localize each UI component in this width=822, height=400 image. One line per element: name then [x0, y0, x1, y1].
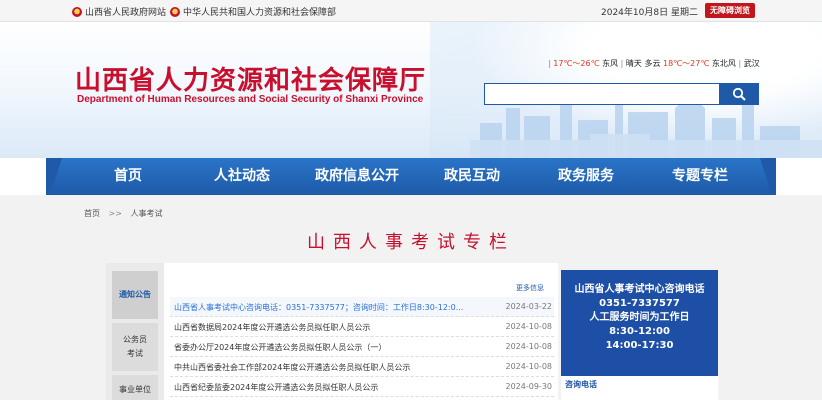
breadcrumb-home[interactable]: 首页 [84, 209, 100, 218]
wind-2: 东北风 [711, 59, 736, 68]
search-box [484, 83, 759, 105]
top-utility-bar: 山西省人民政府网站 中华人民共和国人力资源和社会保障部 2024年10月8日 星… [0, 0, 822, 22]
hotline-heading: 山西省人事考试中心咨询电话 [574, 284, 705, 295]
list-item[interactable]: 山西省数据局2024年度公开遴选公务员拟任职人员公示 2024-10-08 [170, 317, 554, 337]
news-date: 2024-10-08 [505, 322, 553, 331]
more-link[interactable]: 更多信息 [516, 283, 544, 293]
tab-civil-servant-exam-label: 公务员 考试 [123, 335, 147, 358]
news-title: 山西省数据局2024年度公开遴选公务员拟任职人员公示 [174, 323, 371, 332]
nav-home[interactable]: 首页 [114, 158, 142, 195]
list-item[interactable]: 省委办公厅2024年度公开遴选公务员拟任职人员公示（一） 2024-10-08 [170, 337, 554, 357]
search-button[interactable] [719, 84, 758, 104]
news-date: 2024-10-08 [505, 362, 553, 371]
tab-civil-servant-exam[interactable]: 公务员 考试 [112, 323, 158, 371]
gov-site-link-label: 山西省人民政府网站 [85, 8, 167, 18]
list-item[interactable]: 中共山西省委社会工作部2024年度公开遴选公务员拟任职人员公示 2024-10-… [170, 357, 554, 377]
news-title: 山西省人事考试中心咨询电话：0351-7337577；咨询时间：工作日8:30-… [174, 303, 464, 312]
tab-public-institutions-label: 事业单位 [119, 385, 151, 394]
tab-notices-label: 通知公告 [119, 290, 151, 299]
main-nav: 首页 人社动态 政府信息公开 政民互动 政务服务 专题专栏 [0, 158, 822, 195]
tab-public-institutions[interactable]: 事业单位 [112, 375, 158, 400]
news-title: 中共山西省委社会工作部2024年度公开遴选公务员拟任职人员公示 [174, 363, 411, 372]
service-hours-morning: 8:30-12:00 [609, 326, 670, 337]
list-item[interactable]: 山西省纪委监委2024年度公开遴选公务员拟任职人员公示 2024-09-30 [170, 377, 554, 397]
site-title: 山西省人力资源和社会保障厅 [75, 66, 427, 96]
weather-city-2: 武汉 [743, 59, 760, 68]
news-date: 2024-09-30 [505, 382, 553, 391]
weather-widget: | 17℃～26℃ 东风 | 晴天 多云 18℃～27℃ 东北风 | 武汉 [548, 59, 760, 68]
news-date: 2024-10-08 [505, 342, 553, 351]
nav-gov-info[interactable]: 政府信息公开 [315, 158, 399, 195]
temp-range-2: 18℃～27℃ [663, 59, 710, 68]
section-title: 山西人事考试专栏 [307, 232, 515, 253]
news-title: 省委办公厅2024年度公开遴选公务员拟任职人员公示（一） [174, 343, 387, 352]
breadcrumb-separator: >> [108, 209, 122, 218]
current-date: 2024年10月8日 星期二 [601, 8, 698, 18]
list-item[interactable]: 山西省人事考试中心咨询电话：0351-7337577；咨询时间：工作日8:30-… [170, 297, 554, 317]
national-emblem-icon [170, 6, 180, 17]
breadcrumb-current[interactable]: 人事考试 [131, 209, 163, 218]
news-title: 山西省纪委监委2024年度公开遴选公务员拟任职人员公示 [174, 383, 379, 392]
ministry-site-link-label: 中华人民共和国人力资源和社会保障部 [183, 8, 337, 18]
search-input[interactable] [485, 84, 719, 104]
search-icon [732, 87, 746, 101]
contact-phone-tab-label: 咨询电话 [565, 380, 597, 389]
gov-site-link[interactable]: 山西省人民政府网站 [72, 5, 166, 18]
service-hours-afternoon: 14:00-17:30 [605, 340, 674, 351]
nav-hr-news[interactable]: 人社动态 [214, 158, 270, 195]
contact-phone-tab[interactable]: 咨询电话 [561, 374, 718, 400]
temp-range-1: 17℃～26℃ [553, 59, 600, 68]
ministry-site-link[interactable]: 中华人民共和国人力资源和社会保障部 [170, 5, 336, 18]
city-skyline-illustration [470, 88, 822, 158]
accessibility-button[interactable]: 无障碍浏览 [705, 3, 755, 18]
category-tabs: 通知公告 公务员 考试 事业单位 [106, 263, 164, 400]
breadcrumb: 首页 >> 人事考试 [84, 208, 163, 219]
hotline-number: 0351-7337577 [599, 298, 680, 309]
national-emblem-icon [72, 6, 82, 17]
nav-interaction[interactable]: 政民互动 [444, 158, 500, 195]
nav-special-topics[interactable]: 专题专栏 [672, 158, 728, 195]
service-hours-label: 人工服务时间为工作日 [589, 312, 690, 323]
consultation-hotline-card: 山西省人事考试中心咨询电话 0351-7337577 人工服务时间为工作日 8:… [561, 270, 718, 374]
tab-notices[interactable]: 通知公告 [112, 271, 158, 319]
weather-condition: 多云 [644, 59, 661, 68]
header-banner: 山西省人力资源和社会保障厅 Department of Human Resour… [0, 22, 822, 158]
news-date: 2024-03-22 [505, 302, 553, 311]
weather-city: 晴天 [625, 59, 642, 68]
nav-services[interactable]: 政务服务 [558, 158, 614, 195]
nav-bar [46, 158, 776, 195]
site-subtitle: Department of Human Resources and Social… [77, 94, 424, 105]
wind-1: 东风 [602, 59, 619, 68]
